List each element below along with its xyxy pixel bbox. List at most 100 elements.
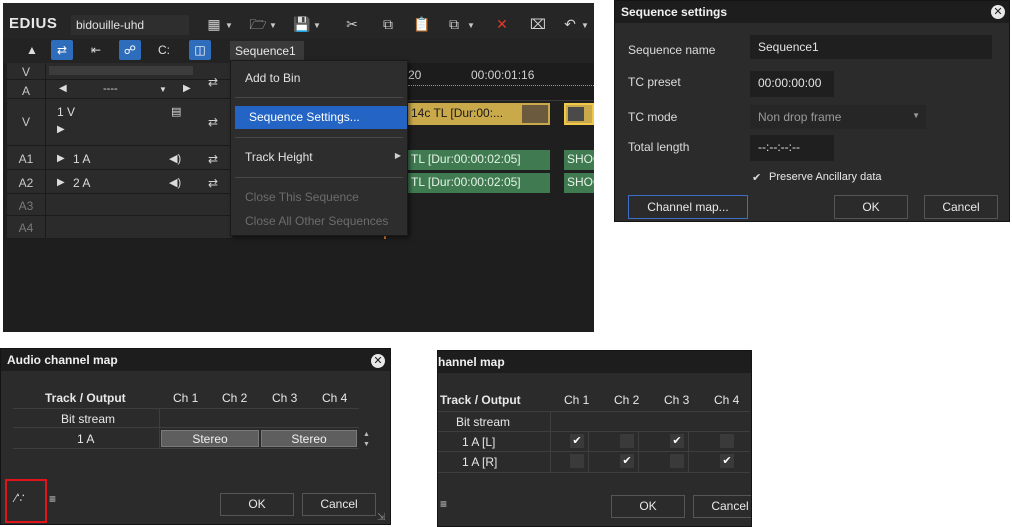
sequence-name-label: Sequence name	[628, 43, 716, 57]
ripple-delete-icon[interactable]: ⌧	[529, 16, 547, 32]
channel-checkbox-row1-ch3[interactable]: ✔	[670, 434, 684, 448]
paste-icon[interactable]: 📋	[413, 16, 431, 32]
cancel-button[interactable]: Cancel	[302, 493, 376, 516]
channel-checkbox-row2-ch3[interactable]	[670, 454, 684, 468]
chevron-down-icon[interactable]: ▼	[313, 21, 321, 30]
list-view-icon[interactable]: ≡	[49, 492, 56, 506]
menu-item-sequence-settings[interactable]: Sequence Settings...	[235, 106, 407, 129]
channel-checkbox-row2-ch2[interactable]: ✔	[620, 454, 634, 468]
sync-lock-icon[interactable]: ⇄	[197, 115, 229, 129]
track-output-header: Track / Output	[45, 391, 126, 405]
audio-clip-a1[interactable]: TL [Dur:00:00:02:05]	[408, 150, 550, 170]
chevron-down-icon: ▼	[912, 111, 920, 120]
track-slider[interactable]	[49, 66, 193, 75]
menu-item-close-all-other-sequences[interactable]: Close All Other Sequences	[231, 210, 407, 233]
delete-icon[interactable]: ✕	[493, 16, 511, 32]
video-clip[interactable]	[564, 103, 594, 125]
menu-item-track-height[interactable]: Track Height ▶	[231, 146, 407, 169]
channel-checkbox-row1-ch1[interactable]: ✔	[570, 434, 584, 448]
sync-lock-icon[interactable]: ⇄	[197, 75, 229, 89]
scroll-up-icon[interactable]: ▲	[363, 431, 370, 438]
tab-sequence1[interactable]: Sequence1	[230, 41, 304, 62]
channel-map-button[interactable]: Channel map...	[628, 195, 748, 219]
channel-checkbox-row2-ch4[interactable]: ✔	[720, 454, 734, 468]
channel-checkbox-row1-ch2[interactable]	[620, 434, 634, 448]
cancel-button[interactable]: Cancel	[693, 495, 751, 518]
sync-mode-icon[interactable]: ⇄	[51, 40, 73, 60]
track-row-a2[interactable]: A2 ▶ 2 A ◀) ⇄	[7, 171, 232, 194]
preserve-ancillary-label[interactable]: Preserve Ancillary data	[769, 171, 882, 183]
arrow-right-icon[interactable]: ▶	[183, 83, 191, 94]
channel-header: Ch 4	[714, 393, 740, 407]
film-icon[interactable]: ▤	[171, 105, 181, 118]
scroll-down-icon[interactable]: ▼	[363, 441, 370, 448]
stereo-mapping-ch1-ch2[interactable]: Stereo	[161, 430, 259, 447]
patch-value[interactable]: ----	[103, 83, 118, 95]
list-view-icon[interactable]: ≡	[440, 497, 447, 511]
track-layout-icon[interactable]: ◫	[189, 40, 211, 60]
audio-clip[interactable]: SHOO	[564, 173, 594, 193]
resize-grip-icon[interactable]: ⇲	[377, 512, 385, 523]
track-name: 1 V	[57, 105, 76, 119]
track-row-a[interactable]: A ◀ ---- ▼ ▶ ⇄	[7, 75, 232, 99]
total-length-field[interactable]: --:--:--:--	[750, 135, 834, 161]
expand-arrow-icon[interactable]: ▶	[57, 153, 65, 164]
ripple-mode-icon[interactable]: C:	[153, 40, 175, 60]
open-folder-icon[interactable]: 🗁	[249, 16, 267, 32]
tc-preset-field[interactable]: 00:00:00:00	[750, 71, 834, 97]
channel-checkbox-row2-ch1[interactable]	[570, 454, 584, 468]
mapping-mode-icon[interactable]: ⁄∵	[15, 491, 25, 505]
chevron-down-icon[interactable]: ▼	[159, 85, 167, 94]
track-name: 2 A	[73, 176, 91, 190]
close-icon[interactable]: ✕	[991, 5, 1005, 19]
insert-mode-icon[interactable]: ⇤	[85, 40, 107, 60]
speaker-icon[interactable]: ◀)	[169, 152, 181, 165]
tc-mode-select[interactable]: Non drop frame ▼	[750, 105, 926, 129]
paste-insert-icon[interactable]: ⧉	[445, 16, 463, 32]
cut-icon[interactable]: ✂	[343, 16, 361, 32]
dialog-title: hannel map	[438, 351, 751, 373]
time-ruler[interactable]: 20 00:00:01:16	[408, 63, 594, 101]
ruler-ticks	[408, 85, 594, 91]
track-label: A	[21, 84, 30, 98]
table-gridline	[438, 411, 750, 412]
table-gridline	[550, 411, 551, 473]
menu-item-add-to-bin[interactable]: Add to Bin	[231, 67, 407, 90]
channel-checkbox-row1-ch4[interactable]	[720, 434, 734, 448]
channel-header: Ch 4	[322, 391, 348, 405]
chevron-down-icon[interactable]: ▼	[581, 21, 589, 30]
track-label: A4	[18, 221, 34, 235]
table-gridline	[438, 431, 750, 432]
table-gridline	[688, 431, 689, 473]
project-name-field[interactable]: bidouille-uhd	[71, 15, 189, 35]
copy-icon[interactable]: ⧉	[379, 16, 397, 32]
speaker-icon[interactable]: ◀)	[169, 176, 181, 189]
save-icon[interactable]: 💾	[293, 16, 311, 32]
sync-lock-icon[interactable]: ⇄	[197, 152, 229, 166]
track-row-a1[interactable]: A1 ▶ 1 A ◀) ⇄	[7, 147, 232, 170]
ok-button[interactable]: OK	[220, 493, 294, 516]
arrow-left-icon[interactable]: ◀	[59, 83, 67, 94]
undo-icon[interactable]: ↶	[561, 16, 579, 32]
channel-header: Ch 2	[614, 393, 640, 407]
stereo-mapping-ch3-ch4[interactable]: Stereo	[261, 430, 357, 447]
chevron-down-icon[interactable]: ▼	[225, 21, 233, 30]
track-row-1v[interactable]: V 1 V ▶ ▤ ⇄	[7, 100, 232, 146]
chevron-down-icon[interactable]: ▼	[269, 21, 277, 30]
close-icon[interactable]: ✕	[371, 354, 385, 368]
expand-arrow-icon[interactable]: ▶	[57, 124, 65, 135]
sync-lock-icon[interactable]: ⇄	[197, 176, 229, 190]
audio-clip-a2[interactable]: TL [Dur:00:00:02:05]	[408, 173, 550, 193]
ok-button[interactable]: OK	[611, 495, 685, 518]
group-link-icon[interactable]: ☍	[119, 40, 141, 60]
snap-icon[interactable]: ▲	[21, 40, 43, 60]
ok-button[interactable]: OK	[834, 195, 908, 219]
sequence-name-field[interactable]: Sequence1	[750, 35, 992, 59]
menu-item-close-this-sequence[interactable]: Close This Sequence	[231, 186, 407, 209]
expand-arrow-icon[interactable]: ▶	[57, 177, 65, 188]
new-sequence-icon[interactable]: ▦	[205, 16, 223, 32]
cancel-button[interactable]: Cancel	[924, 195, 998, 219]
checkmark-icon[interactable]: ✔	[752, 171, 761, 184]
chevron-down-icon[interactable]: ▼	[467, 21, 475, 30]
audio-clip[interactable]: SHOO	[564, 150, 594, 170]
